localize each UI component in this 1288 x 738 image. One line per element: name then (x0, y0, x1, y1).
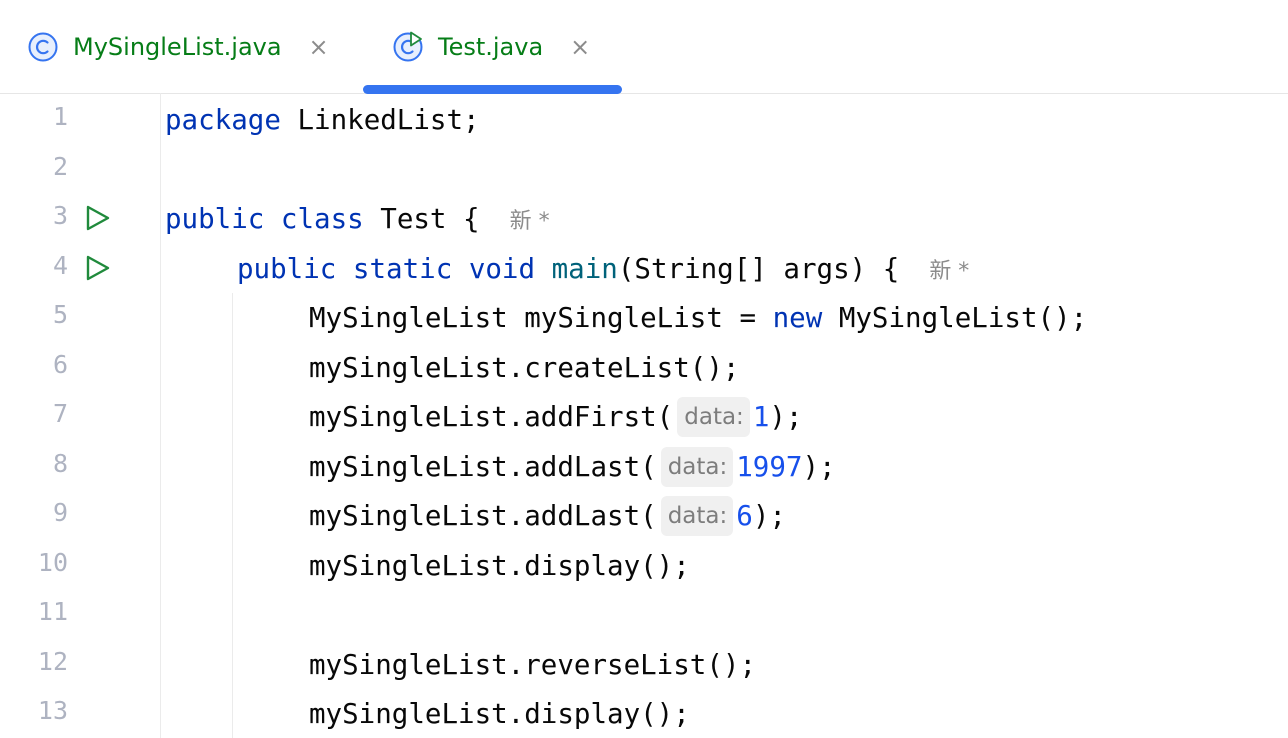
code-text: mySingleList.addLast( (309, 500, 657, 532)
keyword: public (165, 203, 265, 235)
parameter-hint: data: (660, 496, 734, 536)
line-number: 6 (52, 350, 68, 379)
class-icon (28, 32, 58, 61)
indent-guide (232, 293, 233, 738)
number-literal: 6 (736, 500, 753, 532)
line-number: 2 (52, 152, 68, 181)
code-line-9: mySingleList.addLast(data: 6); (309, 496, 786, 536)
code-line-13: mySingleList.display(); (309, 694, 690, 734)
author-hint[interactable]: 新 * (929, 253, 969, 285)
run-class-icon[interactable] (84, 204, 112, 232)
line-number: 10 (37, 548, 68, 577)
tab-test[interactable]: Test.java × (392, 0, 591, 93)
code-text: ); (752, 500, 786, 532)
run-main-icon[interactable] (84, 254, 112, 282)
code-text: mySingleList.display(); (309, 550, 690, 582)
author-hint[interactable]: 新 * (510, 203, 550, 235)
code-line-5: MySingleList mySingleList = new MySingle… (309, 298, 1087, 338)
close-icon[interactable]: × (569, 33, 591, 61)
tab-mysinglelist[interactable]: MySingleList.java × (27, 0, 330, 93)
code-text: mySingleList.reverseList(); (309, 649, 757, 681)
line-number: 8 (52, 449, 68, 478)
code-line-7: mySingleList.addFirst(data: 1); (309, 397, 803, 437)
keyword: new (772, 302, 823, 334)
parameter-hint: data: (677, 397, 750, 437)
line-number: 1 (52, 102, 68, 131)
number-literal: 1997 (736, 451, 803, 483)
line-number: 11 (37, 597, 68, 626)
gutter-separator (160, 93, 161, 738)
code-text: mySingleList.createList(); (309, 352, 740, 384)
line-number: 5 (52, 300, 68, 329)
code-text: ); (802, 451, 836, 483)
code-line-4: public static void main (String[] args) {… (237, 249, 969, 289)
keyword: void (468, 253, 536, 285)
keyword: static (352, 253, 453, 285)
keyword: public (237, 253, 337, 285)
method-name: main (551, 253, 618, 285)
code-text: mySingleList.display(); (309, 698, 690, 730)
keyword: class (280, 203, 364, 235)
code-line-3: public class Test { 新 * (165, 199, 550, 239)
line-number: 13 (37, 696, 68, 725)
keyword: package (165, 104, 281, 136)
tab-label: Test.java (438, 32, 544, 61)
code-line-12: mySingleList.reverseList(); (309, 645, 756, 685)
code-text: mySingleList.addLast( (309, 451, 657, 483)
code-line-1: package LinkedList; (165, 100, 480, 140)
code-text: MySingleList(); (822, 302, 1088, 334)
code-text: ); (769, 401, 803, 433)
line-number: 3 (52, 201, 68, 230)
number-literal: 1 (752, 401, 770, 433)
close-icon[interactable]: × (308, 33, 330, 61)
code-line-6: mySingleList.createList(); (309, 348, 739, 388)
code-text: mySingleList.addFirst( (309, 401, 674, 433)
active-tab-indicator (363, 85, 622, 94)
code-line-10: mySingleList.display(); (309, 546, 690, 586)
code-text: MySingleList mySingleList = (309, 302, 773, 334)
runnable-class-icon (393, 31, 423, 61)
line-number: 12 (37, 647, 68, 676)
code-text: LinkedList; (280, 104, 480, 136)
line-number: 9 (52, 498, 68, 527)
parameter-hint: data: (660, 447, 734, 487)
code-text: Test { (363, 203, 480, 235)
code-line-8: mySingleList.addLast(data: 1997); (309, 447, 836, 487)
code-text: (String[] args) { (617, 253, 900, 285)
line-number: 4 (52, 251, 68, 280)
tab-label: MySingleList.java (73, 32, 282, 61)
editor-tab-bar: MySingleList.java × Test.java × (0, 0, 1288, 94)
code-editor[interactable]: MySingleList.java × Test.java × 1 2 3 4 … (0, 0, 1288, 738)
line-number: 7 (52, 399, 68, 428)
